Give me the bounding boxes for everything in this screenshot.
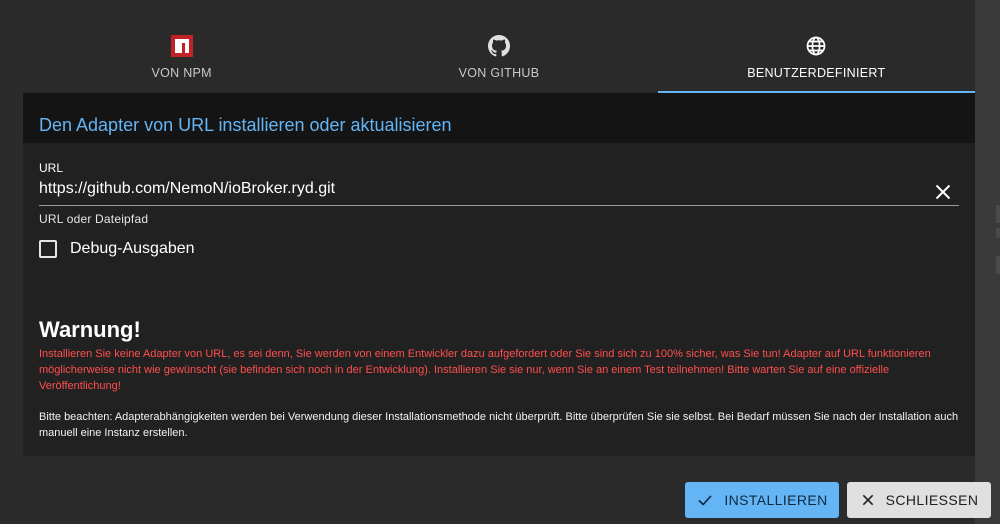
close-button[interactable]: SCHLIESSEN <box>847 482 991 518</box>
check-icon <box>698 495 712 506</box>
source-tabs: VON NPM VON GITHUB BENUTZERDEFINIERT <box>23 20 975 93</box>
close-button-label: SCHLIESSEN <box>885 492 979 508</box>
install-dialog: VON NPM VON GITHUB BENUTZERDEFINIERT Den… <box>23 20 975 456</box>
install-button-label: INSTALLIEREN <box>724 492 828 508</box>
debug-checkbox[interactable] <box>39 240 57 258</box>
warning-text: Installieren Sie keine Adapter von URL, … <box>39 348 931 392</box>
debug-checkbox-row[interactable]: Debug-Ausgaben <box>39 240 195 258</box>
github-icon <box>487 35 510 57</box>
note-text: Bitte beachten: Adapterabhängigkeiten we… <box>39 411 959 439</box>
url-helper-text: URL oder Dateipfad <box>39 212 149 226</box>
tab-npm-label: VON NPM <box>151 66 212 80</box>
debug-checkbox-label: Debug-Ausgaben <box>70 240 195 257</box>
url-input[interactable]: https://github.com/NemoN/ioBroker.ryd.gi… <box>39 180 335 198</box>
npm-icon <box>170 35 193 57</box>
tab-custom[interactable]: BENUTZERDEFINIERT <box>658 20 975 93</box>
url-field-label: URL <box>39 161 64 175</box>
tab-custom-label: BENUTZERDEFINIERT <box>747 66 886 80</box>
close-icon <box>862 494 873 506</box>
tab-github[interactable]: VON GITHUB <box>340 20 657 93</box>
section-header: Den Adapter von URL installieren oder ak… <box>23 93 975 143</box>
section-title: Den Adapter von URL installieren oder ak… <box>39 115 452 135</box>
clear-icon[interactable] <box>931 180 955 204</box>
url-input-underline <box>39 205 959 206</box>
globe-icon <box>806 36 826 56</box>
tab-github-label: VON GITHUB <box>458 66 540 80</box>
install-button[interactable]: INSTALLIEREN <box>685 482 839 518</box>
background-overlay <box>975 0 1000 524</box>
warning-title: Warnung! <box>39 317 141 342</box>
tab-npm[interactable]: VON NPM <box>23 20 340 93</box>
